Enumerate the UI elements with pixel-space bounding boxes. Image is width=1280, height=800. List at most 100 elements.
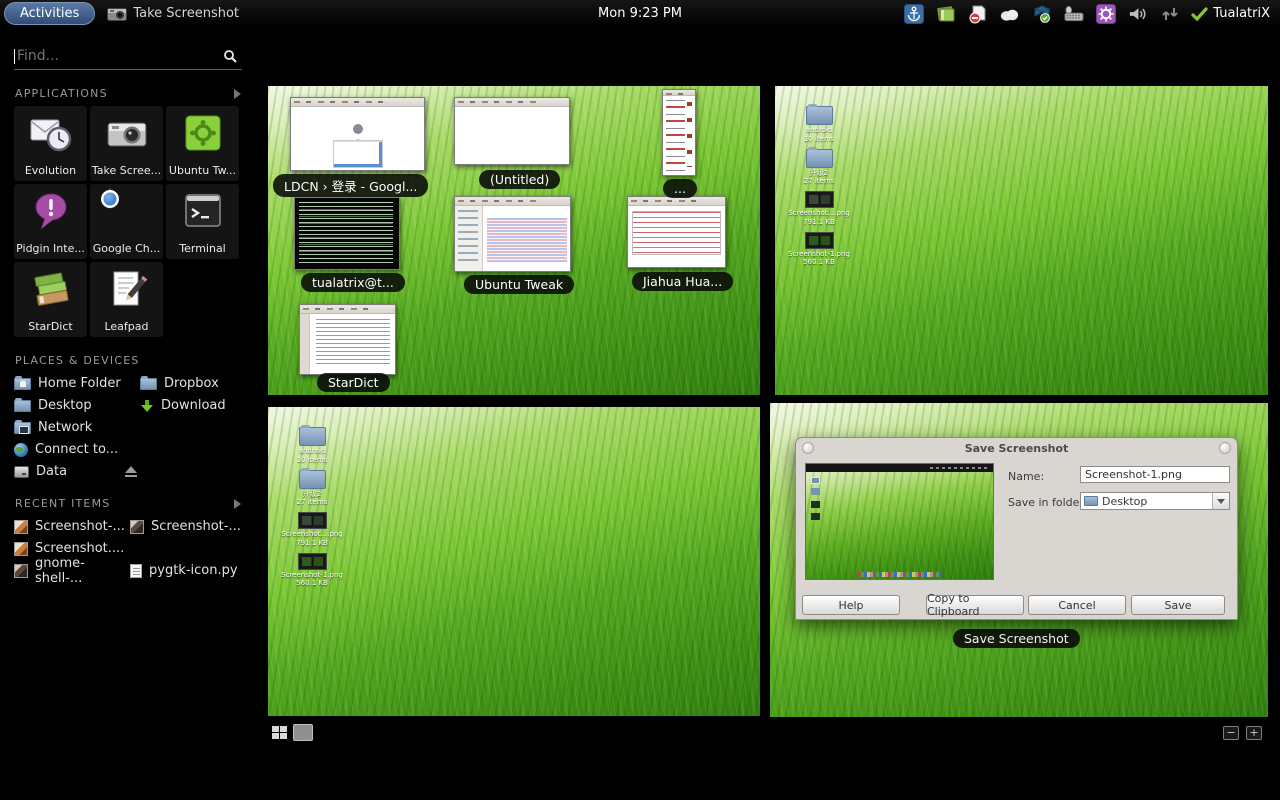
chrome-icon — [105, 189, 149, 233]
stardict-tray-icon[interactable] — [935, 3, 956, 24]
anchor-icon[interactable] — [903, 3, 924, 24]
search-box[interactable] — [14, 43, 242, 70]
view-single-button[interactable] — [293, 724, 313, 741]
window-untitled[interactable] — [454, 97, 570, 165]
terminal-icon — [181, 189, 225, 233]
user-name: TualatriX — [1213, 6, 1270, 21]
place-label: Home Folder — [38, 376, 121, 391]
place-download[interactable]: Download — [140, 397, 250, 414]
spacer — [140, 419, 250, 436]
screenshot-preview — [805, 463, 994, 580]
place-connect[interactable]: Connect to... — [14, 441, 140, 458]
app-label: StarDict — [28, 320, 72, 333]
desktop-icon-folder[interactable]: android 10 items — [788, 106, 850, 144]
input-devices-icon[interactable] — [1063, 3, 1084, 24]
desktop-icon-image[interactable]: Screenshot-1.png 560.1 KB — [788, 232, 850, 268]
app-menu[interactable]: Take Screenshot — [107, 6, 239, 21]
place-network[interactable]: Network — [14, 419, 140, 436]
app-terminal[interactable]: Terminal — [166, 184, 239, 259]
app-chrome[interactable]: Google Ch... — [90, 184, 163, 259]
help-button[interactable]: Help — [802, 595, 900, 615]
icon-sublabel: 10 items — [281, 456, 343, 465]
screenshot-file-icon — [298, 553, 327, 570]
folder-select[interactable]: Desktop — [1080, 492, 1230, 510]
dropdown-arrow-icon[interactable] — [1212, 493, 1229, 509]
copy-to-clipboard-button[interactable]: Copy to Clipboard — [926, 595, 1024, 615]
applications-header: APPLICATIONS — [15, 87, 241, 100]
notes-blocked-icon[interactable] — [967, 3, 988, 24]
user-menu[interactable]: TualatriX — [1191, 6, 1270, 21]
folder-icon — [1084, 496, 1098, 506]
window-chat[interactable] — [627, 196, 726, 268]
workspace-4[interactable]: Save Screenshot Name: Save in folder: De… — [770, 403, 1268, 717]
app-ubuntu-tweak[interactable]: Ubuntu Tw... — [166, 106, 239, 181]
place-home[interactable]: Home Folder — [14, 375, 140, 392]
recent-item[interactable]: Screenshot-... — [130, 518, 250, 535]
app-take-screenshot[interactable]: Take Scree... — [90, 106, 163, 181]
workspace-1[interactable]: LDCN › 登录 - Googl... (Untitled) ... tual… — [268, 86, 760, 395]
place-label: Desktop — [38, 398, 92, 413]
clock[interactable]: Mon 9:23 PM — [598, 6, 682, 21]
icon-sublabel: 27 items — [281, 498, 343, 507]
icon-label: Screenshot....png — [788, 209, 850, 218]
search-input[interactable] — [17, 48, 207, 64]
text-caret — [14, 49, 15, 64]
cloud-icon[interactable] — [999, 3, 1020, 24]
folder-value: Desktop — [1102, 495, 1147, 508]
recent-item[interactable]: pygtk-icon.py — [130, 562, 250, 579]
ubuntu-tweak-tray-icon[interactable] — [1095, 3, 1116, 24]
search-icon — [223, 49, 238, 64]
window-ubuntu-tweak[interactable] — [454, 196, 571, 272]
desktop-icon-folder[interactable]: 升级2 27 items — [281, 470, 343, 508]
icon-label: 升级2 — [788, 169, 850, 178]
desktop-icon-image[interactable]: Screenshot....png 791.1 KB — [788, 191, 850, 227]
window-button-right[interactable] — [1219, 442, 1231, 454]
app-evolution[interactable]: Evolution — [14, 106, 87, 181]
icon-sublabel: 27 items — [788, 177, 850, 186]
place-desktop[interactable]: Desktop — [14, 397, 140, 414]
window-browser[interactable] — [290, 97, 425, 171]
window-stardict[interactable] — [299, 304, 396, 375]
window-label: StarDict — [317, 373, 390, 392]
activities-button[interactable]: Activities — [4, 2, 95, 25]
desktop-icon-image[interactable]: Screenshot....png 791.1 KB — [281, 512, 343, 548]
remove-workspace-button[interactable]: − — [1223, 726, 1239, 740]
name-label: Name: — [1008, 470, 1044, 483]
desktop-icon-folder[interactable]: 升级2 27 items — [788, 149, 850, 187]
network-updown-icon[interactable] — [1159, 3, 1180, 24]
recent-item[interactable]: gnome-shell-... — [14, 562, 130, 579]
desktop-icon-image[interactable]: Screenshot-1.png 560.1 KB — [281, 553, 343, 589]
cancel-button[interactable]: Cancel — [1028, 595, 1126, 615]
eject-button[interactable] — [124, 463, 250, 480]
view-grid-button[interactable] — [272, 726, 289, 741]
expand-arrow-icon[interactable] — [234, 499, 241, 509]
add-workspace-button[interactable]: + — [1246, 726, 1262, 740]
place-label: Data — [36, 464, 67, 479]
app-leafpad[interactable]: Leafpad — [90, 262, 163, 337]
window-terminal[interactable] — [294, 197, 400, 270]
window-buddy-list[interactable] — [662, 89, 696, 176]
place-label: Connect to... — [35, 442, 118, 457]
app-pidgin[interactable]: Pidgin Inte... — [14, 184, 87, 259]
place-data[interactable]: Data — [14, 463, 140, 480]
app-stardict[interactable]: StarDict — [14, 262, 87, 337]
icon-sublabel: 10 items — [788, 135, 850, 144]
recent-item[interactable]: Screenshot.... — [14, 540, 130, 557]
desktop-icon-folder[interactable]: android 10 items — [281, 427, 343, 465]
recent-title: RECENT ITEMS — [15, 497, 110, 510]
window-button-left[interactable] — [802, 442, 814, 454]
workspace-2[interactable]: android 10 items 升级2 27 items Screenshot… — [775, 86, 1268, 395]
icon-sublabel: 560.1 KB — [281, 579, 343, 588]
image-file-icon — [130, 520, 144, 534]
icon-label: Screenshot-1.png — [281, 571, 343, 580]
recent-item[interactable]: Screenshot-... — [14, 518, 130, 535]
place-dropbox[interactable]: Dropbox — [140, 375, 250, 392]
dash-sidebar: APPLICATIONS Evolution Take — [0, 27, 256, 800]
workspace-3[interactable]: android 10 items 升级2 27 items Screenshot… — [268, 407, 760, 716]
evolution-icon — [29, 111, 73, 155]
name-input[interactable] — [1080, 466, 1230, 483]
save-button[interactable]: Save — [1131, 595, 1225, 615]
expand-arrow-icon[interactable] — [234, 89, 241, 99]
dropbox-icon[interactable] — [1031, 3, 1052, 24]
volume-icon[interactable] — [1127, 3, 1148, 24]
